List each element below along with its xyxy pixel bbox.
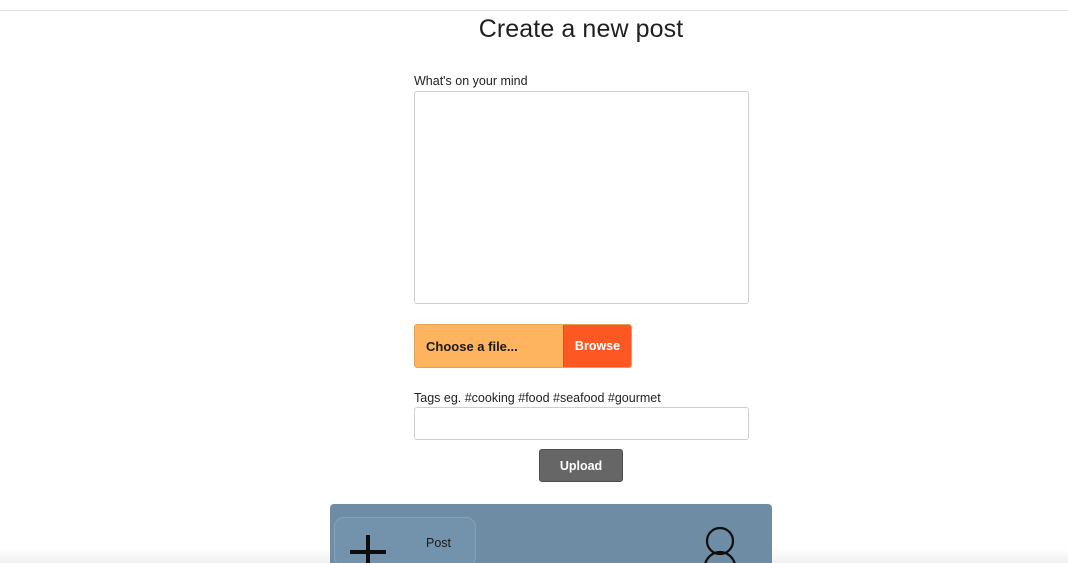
tags-input[interactable] (414, 407, 749, 440)
upload-button[interactable]: Upload (539, 449, 623, 482)
browse-button[interactable]: Browse (563, 325, 631, 367)
tags-label: Tags eg. #cooking #food #seafood #gourme… (414, 391, 661, 405)
plus-icon (349, 533, 387, 563)
bottom-nav: Post (330, 504, 772, 563)
file-picker[interactable]: Choose a file... Browse (414, 324, 632, 368)
message-textarea[interactable] (414, 91, 749, 304)
nav-post-button[interactable]: Post (334, 517, 476, 563)
user-icon[interactable] (700, 524, 740, 563)
file-choose-label[interactable]: Choose a file... (415, 325, 563, 367)
page-title: Create a new post (478, 15, 684, 43)
top-divider (0, 10, 1068, 11)
message-label: What's on your mind (414, 74, 528, 88)
nav-post-label: Post (426, 536, 452, 550)
